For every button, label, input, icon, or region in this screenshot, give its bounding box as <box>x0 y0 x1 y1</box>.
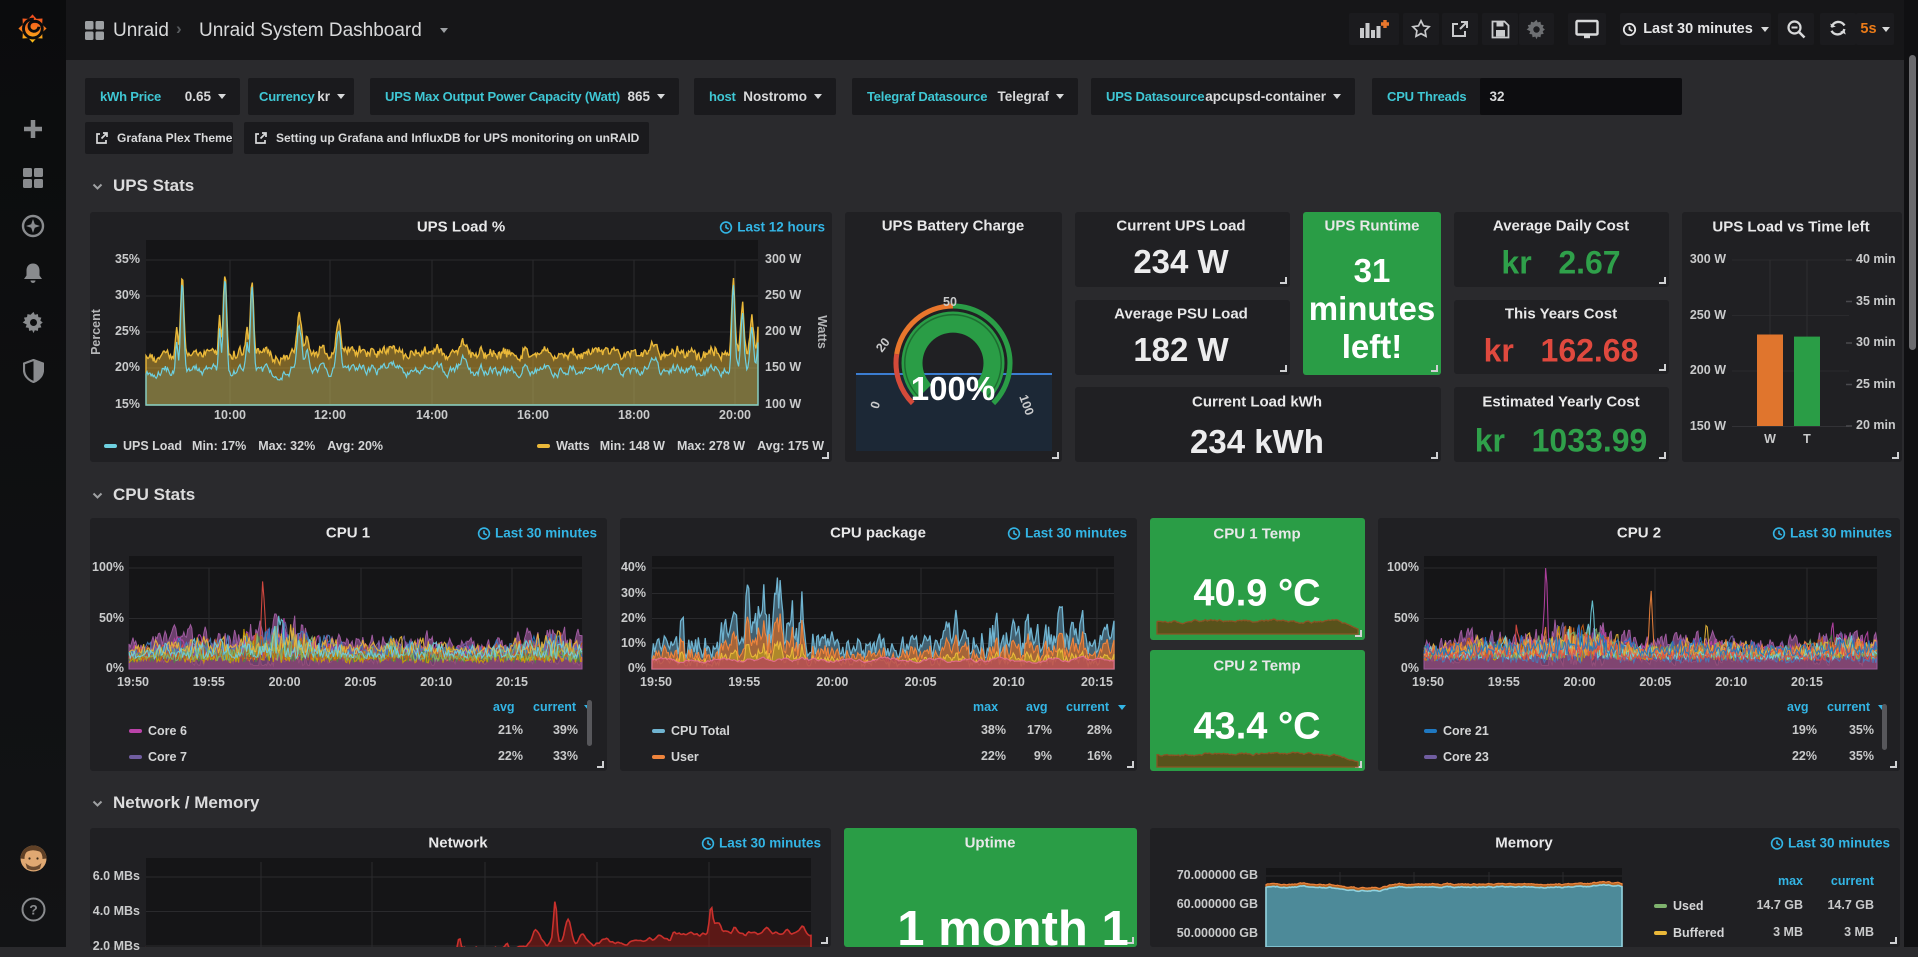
svg-text:?: ? <box>29 902 38 918</box>
